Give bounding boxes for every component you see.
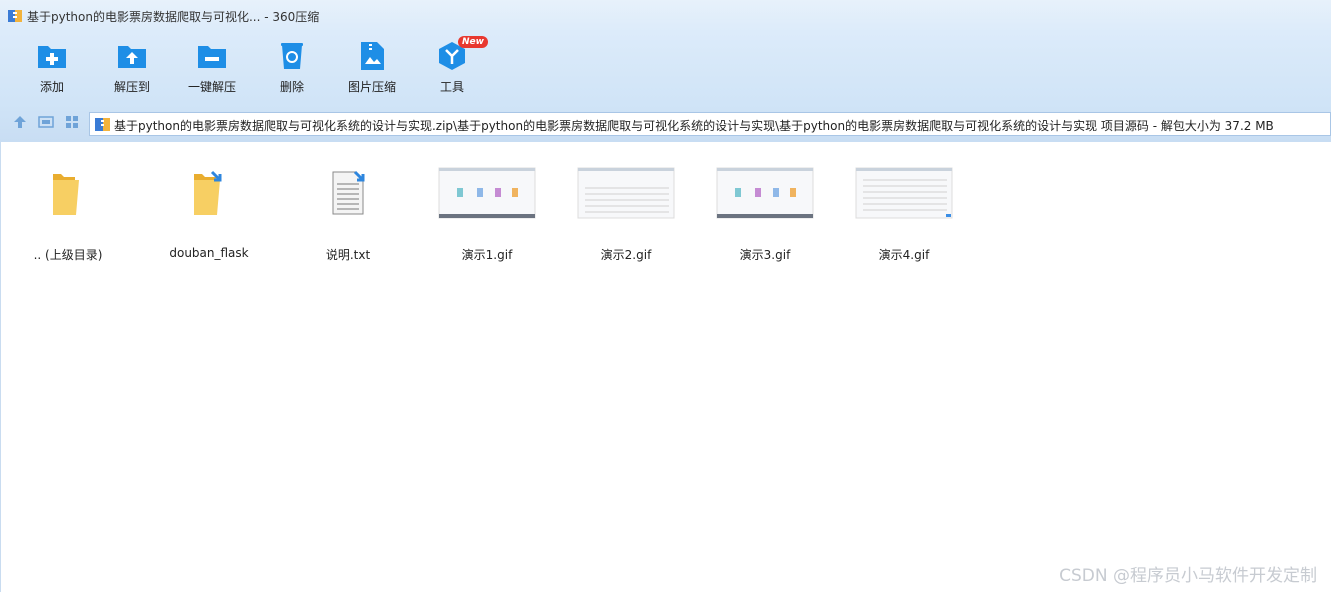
file-name: 说明.txt bbox=[325, 248, 371, 262]
archive-app-icon bbox=[8, 10, 22, 22]
title-bar: 基于python的电影票房数据爬取与可视化... - 360压缩 bbox=[0, 0, 1331, 32]
image-compress-icon bbox=[361, 42, 384, 70]
one-click-extract-button-label: 一键解压 bbox=[187, 80, 236, 94]
file-name: 演示3.gif bbox=[739, 248, 791, 262]
file-name: .. (上级目录) bbox=[33, 248, 103, 262]
one-click-extract-button[interactable]: 一键解压 bbox=[172, 38, 252, 100]
delete-button[interactable]: 删除 bbox=[252, 38, 332, 100]
add-button[interactable]: 添加 bbox=[12, 38, 92, 100]
file-name: 演示1.gif bbox=[461, 248, 513, 262]
delete-icon bbox=[281, 43, 303, 69]
delete-button-label: 删除 bbox=[279, 80, 304, 94]
parent-folder-icon bbox=[53, 174, 79, 215]
file-item-readme[interactable]: 说明.txt bbox=[293, 160, 403, 270]
extract-to-button[interactable]: 解压到 bbox=[92, 38, 172, 100]
csdn-watermark: CSDN @程序员小马软件开发定制 bbox=[1059, 566, 1317, 586]
gif-thumbnail bbox=[438, 167, 536, 219]
file-name: 演示2.gif bbox=[600, 248, 652, 262]
file-item-demo3[interactable]: 演示3.gif bbox=[710, 160, 820, 270]
gif-thumbnail bbox=[855, 167, 953, 219]
add-icon bbox=[38, 46, 66, 68]
file-item-demo4[interactable]: 演示4.gif bbox=[849, 160, 959, 270]
zip-archive-icon bbox=[95, 118, 110, 131]
gif-thumbnail bbox=[577, 167, 675, 219]
extract-to-icon bbox=[118, 46, 146, 68]
file-item-demo1[interactable]: 演示1.gif bbox=[432, 160, 542, 270]
image-compress-button[interactable]: 图片压缩 bbox=[332, 38, 412, 100]
file-item-demo2[interactable]: 演示2.gif bbox=[571, 160, 681, 270]
address-path: 基于python的电影票房数据爬取与可视化系统的设计与实现.zip\基于pyth… bbox=[114, 119, 1274, 133]
address-bar: 基于python的电影票房数据爬取与可视化系统的设计与实现.zip\基于pyth… bbox=[0, 104, 1331, 142]
folder-icon bbox=[194, 170, 222, 215]
window-title: 基于python的电影票房数据爬取与可视化... - 360压缩 bbox=[27, 10, 320, 24]
address-field[interactable]: 基于python的电影票房数据爬取与可视化系统的设计与实现.zip\基于pyth… bbox=[89, 112, 1331, 136]
file-item-douban-flask[interactable]: douban_flask bbox=[154, 160, 264, 270]
tools-button-label: 工具 bbox=[439, 80, 464, 94]
toolbar: 添加 解压到 一键解压 删除 图片压缩 New 工具 bbox=[0, 32, 1331, 104]
text-file-icon bbox=[332, 170, 365, 215]
file-name: 演示4.gif bbox=[878, 248, 930, 262]
left-border bbox=[0, 142, 1, 592]
file-item-parent-dir[interactable]: .. (上级目录) bbox=[13, 160, 123, 270]
extract-to-button-label: 解压到 bbox=[113, 80, 150, 94]
detail-view-icon[interactable] bbox=[38, 114, 54, 130]
thumbnail-view-icon[interactable] bbox=[64, 114, 80, 130]
one-click-extract-icon bbox=[198, 46, 226, 68]
gif-thumbnail bbox=[716, 167, 814, 219]
up-arrow-icon[interactable] bbox=[12, 114, 28, 130]
file-name: douban_flask bbox=[169, 246, 249, 260]
tools-button[interactable]: New 工具 bbox=[412, 36, 492, 100]
new-badge: New bbox=[458, 36, 488, 48]
add-button-label: 添加 bbox=[39, 80, 64, 94]
image-compress-button-label: 图片压缩 bbox=[347, 80, 396, 94]
